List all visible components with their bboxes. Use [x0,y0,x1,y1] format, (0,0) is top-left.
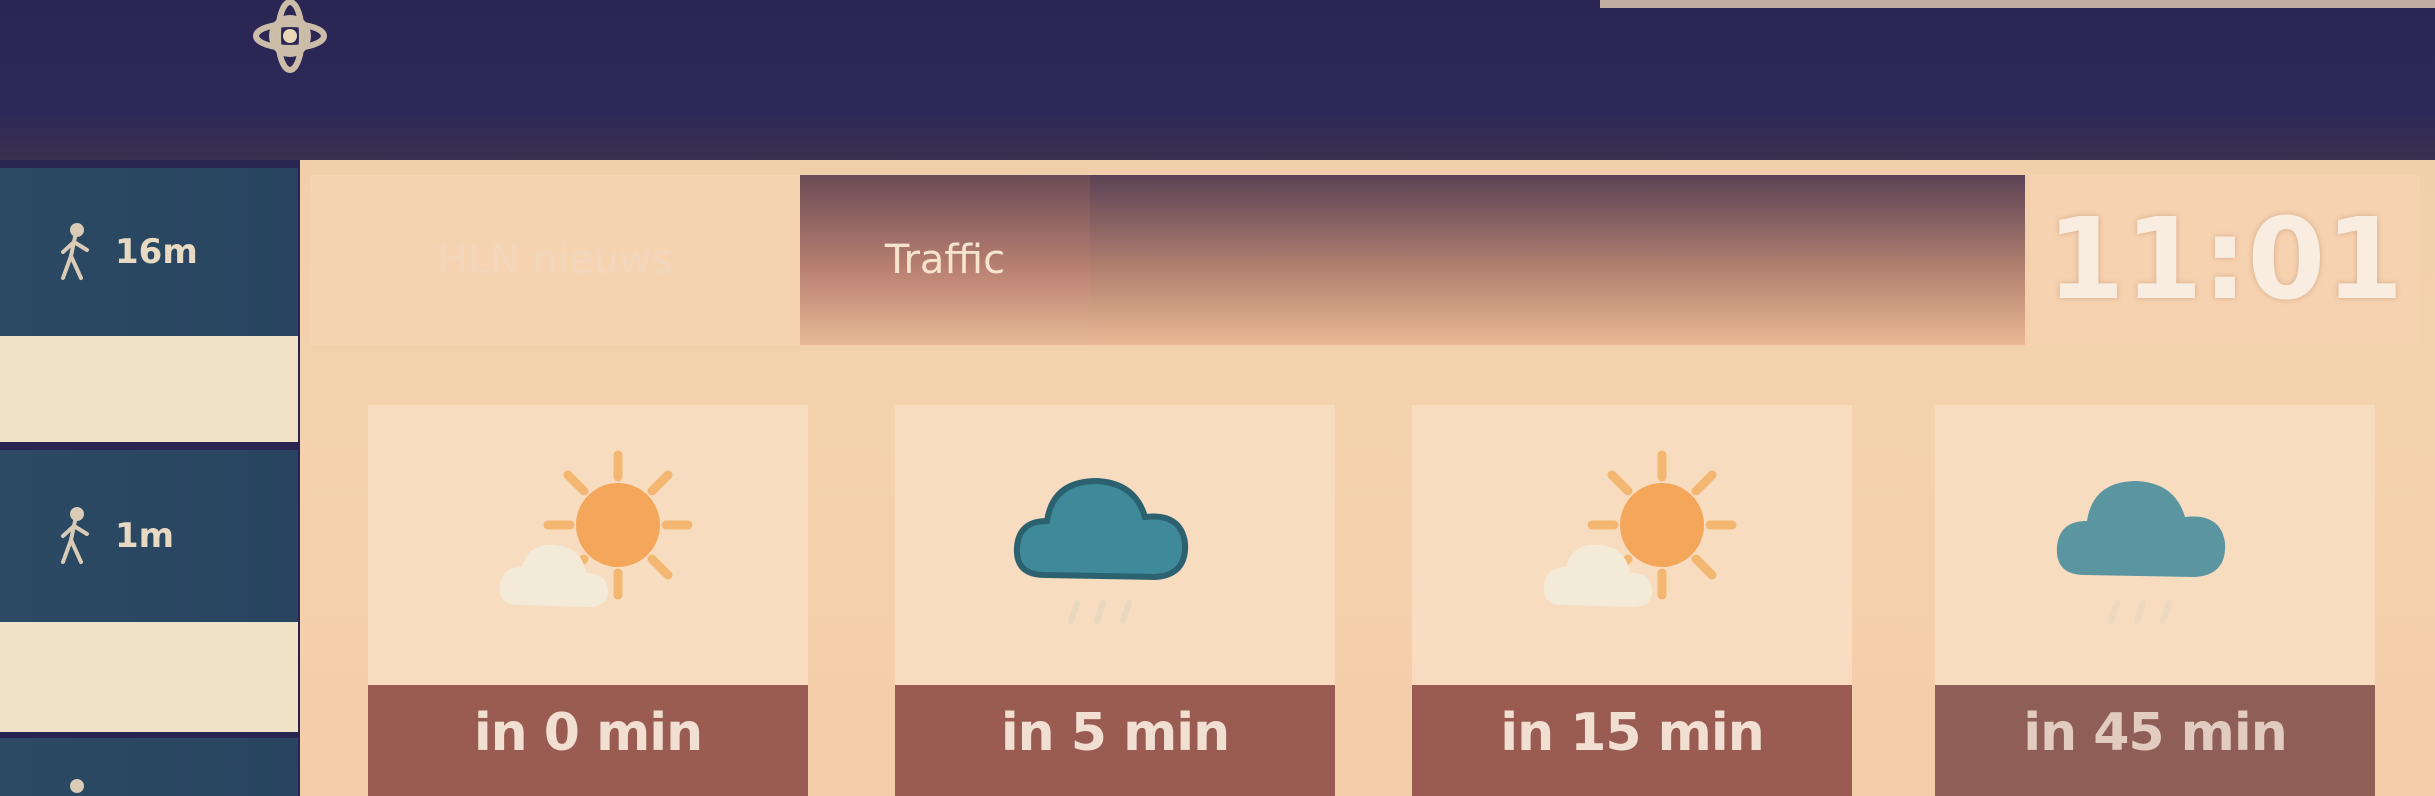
sidebar: 16m 1m [0,160,300,796]
forecast-footer: in 45 min [1935,685,2375,796]
forecast-footer: in 0 min [368,685,808,796]
sidebar-item-walk-3[interactable] [0,738,298,796]
sidebar-divider [0,622,298,732]
forecast-card-1[interactable]: in 5 min [895,405,1335,796]
forecast-icon-area [368,405,808,685]
forecast-label: in 45 min [2023,703,2287,763]
sun-cloud-icon [1543,450,1737,607]
sidebar-item-time: 1m [115,516,175,556]
sidebar-item-walk-2[interactable]: 1m [0,450,298,622]
walking-person-icon [61,223,89,280]
sidebar-item-time: 16m [115,232,198,272]
forecast-card-2[interactable]: in 15 min [1412,405,1852,796]
sidebar-divider [0,336,298,442]
tab-bar: HLN nieuws Traffic 11:01 [300,175,2435,365]
forecast-icon-area [1412,405,1852,685]
clock-time: 11:01 [2046,195,2404,325]
forecast-icon-area [1935,405,2375,685]
sun-cloud-icon [499,450,693,607]
clock: 11:01 [2030,175,2420,345]
tab-news[interactable]: HLN nieuws [310,175,800,345]
forecast-label: in 0 min [473,703,703,763]
forecast-label: in 15 min [1500,703,1764,763]
top-bar-strip [1600,0,2435,8]
tab-news-label: HLN nieuws [437,237,673,283]
rain-cloud-icon [2056,481,2226,624]
tab-traffic-label: Traffic [884,237,1006,283]
forecast-icon-area [895,405,1335,685]
tab-traffic[interactable]: Traffic [800,175,1090,345]
forecast-card-0[interactable]: in 0 min [368,405,808,796]
walking-person-icon [70,779,84,793]
forecast-card-3[interactable]: in 45 min [1935,405,2375,796]
rain-cloud-icon [1013,477,1189,624]
sidebar-item-walk-1[interactable]: 16m [0,168,298,336]
forecast-label: in 5 min [1000,703,1230,763]
forecast-footer: in 15 min [1412,685,1852,796]
gear-atom-icon[interactable] [242,0,338,82]
forecast-footer: in 5 min [895,685,1335,796]
tab-empty-area [1090,175,2025,345]
walking-person-icon [61,507,89,564]
main-panel: HLN nieuws Traffic 11:01 in 0 min in 5 m… [300,160,2435,796]
top-bar [0,0,2435,160]
